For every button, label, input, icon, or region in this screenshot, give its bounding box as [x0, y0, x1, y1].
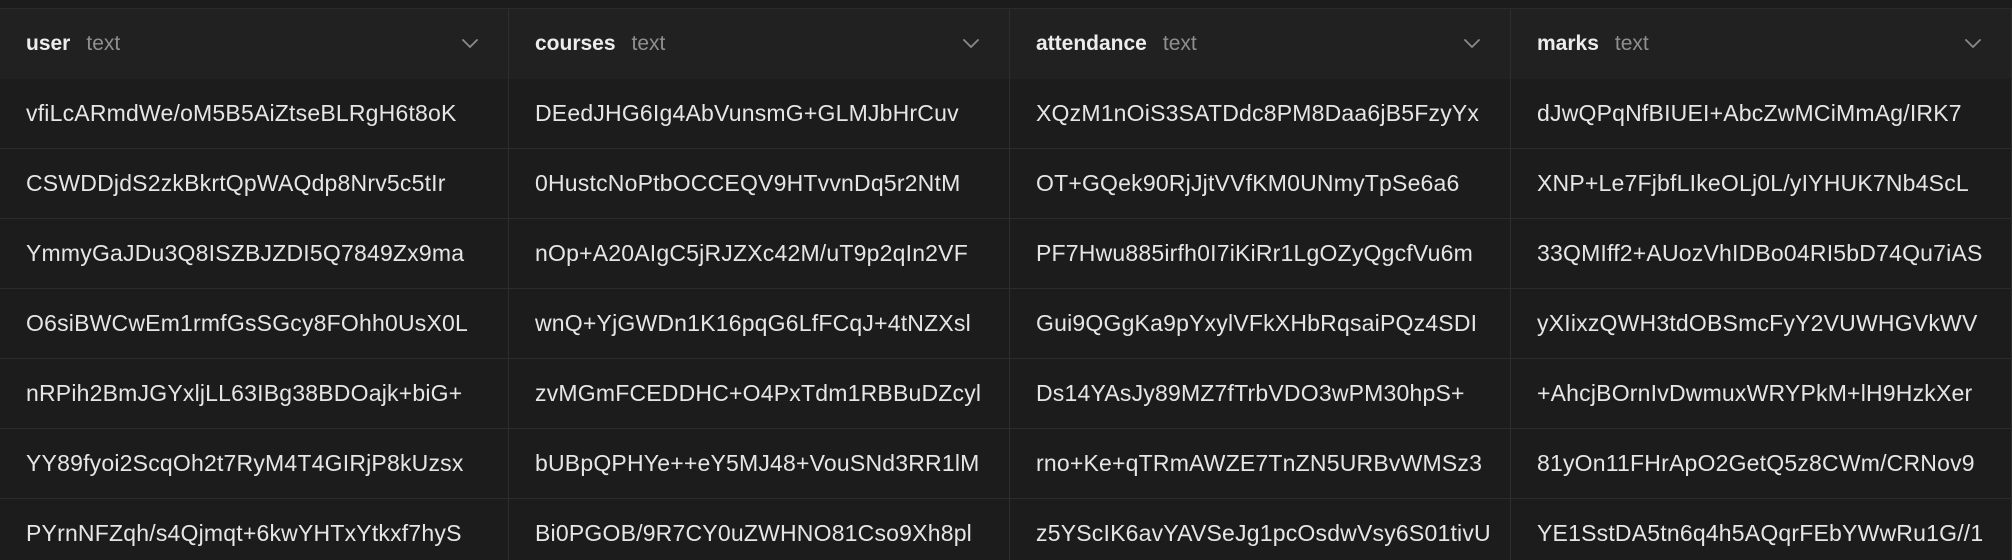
cell-attendance[interactable]: XQzM1nOiS3SATDdc8PM8Daa6jB5FzyYx	[1010, 79, 1511, 148]
cell-user[interactable]: CSWDDjdS2zkBkrtQpWAQdp8Nrv5c5tIr	[0, 149, 509, 218]
column-name: attendance	[1036, 32, 1147, 55]
table-row[interactable]: vfiLcARmdWe/oM5B5AiZtseBLRgH6t8oK DEedJH…	[0, 79, 2012, 149]
cell-marks[interactable]: dJwQPqNfBIUEI+AbcZwMCiMmAg/IRK7	[1511, 79, 2012, 148]
table-row[interactable]: YmmyGaJDu3Q8ISZBJZDI5Q7849Zx9ma nOp+A20A…	[0, 219, 2012, 289]
cell-attendance[interactable]: Ds14YAsJy89MZ7fTrbVDO3wPM30hpS+	[1010, 359, 1511, 428]
column-header-attendance[interactable]: attendance text	[1010, 9, 1511, 79]
chevron-down-icon[interactable]	[1965, 39, 1981, 49]
column-name: marks	[1537, 32, 1599, 55]
cell-courses[interactable]: nOp+A20AIgC5jRJZXc42M/uT9p2qIn2VF	[509, 219, 1010, 288]
table-row[interactable]: YY89fyoi2ScqOh2t7RyM4T4GIRjP8kUzsx bUBpQ…	[0, 429, 2012, 499]
cell-attendance[interactable]: z5YScIK6avYAVSeJg1pcOsdwVsy6S01tivU	[1010, 499, 1511, 560]
column-header-courses[interactable]: courses text	[509, 9, 1010, 79]
column-type: text	[631, 32, 666, 55]
table-row[interactable]: PYrnNFZqh/s4Qjmqt+6kwYHTxYtkxf7hyS Bi0PG…	[0, 499, 2012, 560]
column-type: text	[1162, 32, 1197, 55]
cell-courses[interactable]: wnQ+YjGWDn1K16pqG6LfFCqJ+4tNZXsl	[509, 289, 1010, 358]
cell-user[interactable]: YY89fyoi2ScqOh2t7RyM4T4GIRjP8kUzsx	[0, 429, 509, 498]
column-header-user[interactable]: user text	[0, 9, 509, 79]
cell-courses[interactable]: zvMGmFCEDDHC+O4PxTdm1RBBuDZcyl	[509, 359, 1010, 428]
column-header-marks[interactable]: marks text	[1511, 9, 2012, 79]
cell-courses[interactable]: DEedJHG6Ig4AbVunsmG+GLMJbHrCuv	[509, 79, 1010, 148]
cell-attendance[interactable]: OT+GQek90RjJjtVVfKM0UNmyTpSe6a6	[1010, 149, 1511, 218]
column-name: user	[26, 32, 71, 55]
cell-marks[interactable]: XNP+Le7FjbfLIkeOLj0L/yIYHUK7Nb4ScL	[1511, 149, 2012, 218]
cell-marks[interactable]: +AhcjBOrnIvDwmuxWRYPkM+lH9HzkXer	[1511, 359, 2012, 428]
grid-header-row: user text courses text attendance text m…	[0, 8, 2012, 80]
chevron-down-icon[interactable]	[462, 39, 478, 49]
cell-attendance[interactable]: rno+Ke+qTRmAWZE7TnZN5URBvWMSz3	[1010, 429, 1511, 498]
column-name: courses	[535, 32, 616, 55]
cell-user[interactable]: nRPih2BmJGYxljLL63IBg38BDOajk+biG+	[0, 359, 509, 428]
chevron-down-icon[interactable]	[963, 39, 979, 49]
cell-courses[interactable]: bUBpQPHYe++eY5MJ48+VouSNd3RR1lM	[509, 429, 1010, 498]
cell-attendance[interactable]: PF7Hwu885irfh0I7iKiRr1LgOZyQgcfVu6m	[1010, 219, 1511, 288]
data-grid: user text courses text attendance text m…	[0, 0, 2012, 560]
cell-user[interactable]: O6siBWCwEm1rmfGsSGcy8FOhh0UsX0L	[0, 289, 509, 358]
cell-marks[interactable]: YE1SstDA5tn6q4h5AQqrFEbYWwRu1G//1	[1511, 499, 2012, 560]
cell-user[interactable]: PYrnNFZqh/s4Qjmqt+6kwYHTxYtkxf7hyS	[0, 499, 509, 560]
cell-marks[interactable]: 33QMIff2+AUozVhIDBo04RI5bD74Qu7iAS	[1511, 219, 2012, 288]
column-type: text	[86, 32, 121, 55]
table-row[interactable]: O6siBWCwEm1rmfGsSGcy8FOhh0UsX0L wnQ+YjGW…	[0, 289, 2012, 359]
cell-marks[interactable]: 81yOn11FHrApO2GetQ5z8CWm/CRNov9	[1511, 429, 2012, 498]
chevron-down-icon[interactable]	[1464, 39, 1480, 49]
grid-body: vfiLcARmdWe/oM5B5AiZtseBLRgH6t8oK DEedJH…	[0, 79, 2012, 560]
cell-courses[interactable]: Bi0PGOB/9R7CY0uZWHNO81Cso9Xh8pl	[509, 499, 1010, 560]
table-row[interactable]: nRPih2BmJGYxljLL63IBg38BDOajk+biG+ zvMGm…	[0, 359, 2012, 429]
cell-marks[interactable]: yXIixzQWH3tdOBSmcFyY2VUWHGVkWV	[1511, 289, 2012, 358]
cell-user[interactable]: vfiLcARmdWe/oM5B5AiZtseBLRgH6t8oK	[0, 79, 509, 148]
column-type: text	[1614, 32, 1649, 55]
cell-user[interactable]: YmmyGaJDu3Q8ISZBJZDI5Q7849Zx9ma	[0, 219, 509, 288]
cell-attendance[interactable]: Gui9QGgKa9pYxylVFkXHbRqsaiPQz4SDI	[1010, 289, 1511, 358]
cell-courses[interactable]: 0HustcNoPtbOCCEQV9HTvvnDq5r2NtM	[509, 149, 1010, 218]
table-row[interactable]: CSWDDjdS2zkBkrtQpWAQdp8Nrv5c5tIr 0HustcN…	[0, 149, 2012, 219]
